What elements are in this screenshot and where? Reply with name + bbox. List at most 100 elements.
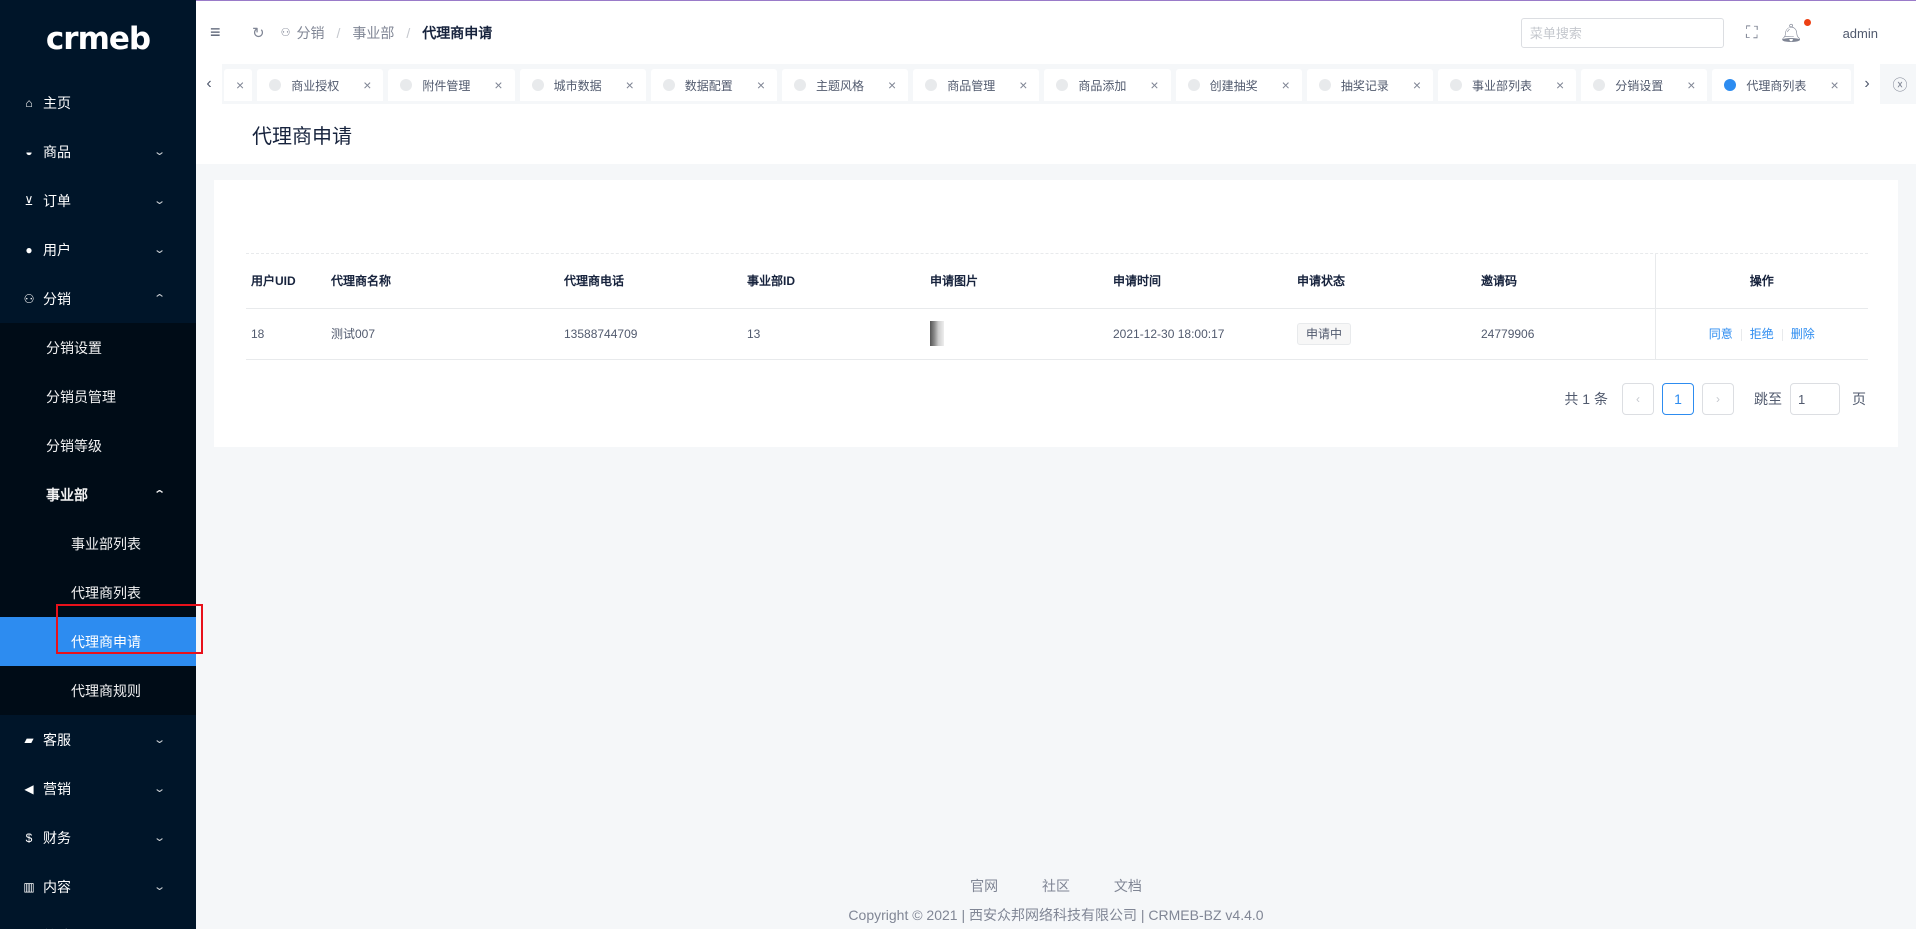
divider [1740, 328, 1742, 341]
tabs-bar: ‹ × 商业授权 × 附件管理 × 城市数据 × 数据配置 × 主题风格 × 商品管理 × … [196, 64, 1916, 104]
pagination-total: 共 1 条 [1564, 391, 1608, 407]
footer-link-official[interactable]: 官网 [970, 878, 998, 894]
close-icon[interactable]: × [236, 77, 244, 93]
next-page-button[interactable]: › [1702, 383, 1734, 415]
sidebar-item-division[interactable]: 事业部 ⌃ [0, 470, 196, 519]
tab-dot [1187, 79, 1200, 91]
jump-page-input[interactable] [1790, 383, 1840, 415]
close-icon[interactable]: × [363, 77, 371, 93]
menu-label: 商品 [43, 143, 71, 160]
menu-item-order[interactable]: ⊻ 订单 ⌄ [0, 176, 196, 225]
copyright: Copyright © 2021 | 西安众邦网络科技有限公司 | CRMEB-… [848, 907, 1264, 923]
sidebar-item-agent-rules[interactable]: 代理商规则 [0, 666, 196, 715]
close-icon[interactable]: × [1282, 77, 1290, 93]
tab-label: 商品添加 [1078, 78, 1127, 93]
menu-label: 用户 [43, 241, 71, 258]
menu-item-distribution[interactable]: ⚇ 分销 ⌃ [0, 274, 196, 323]
tab-item[interactable]: 分销设置 × [1581, 69, 1708, 101]
menu-toggle-icon[interactable]: ≡ [210, 22, 230, 43]
reject-link[interactable]: 拒绝 [1750, 327, 1774, 341]
tab-item[interactable]: 商业授权 × [257, 69, 384, 101]
tab-item[interactable]: 抽奖记录 × [1306, 69, 1434, 101]
tab-item-active[interactable]: 代理商列表 × [1712, 69, 1851, 101]
tab-scroll-left-icon[interactable]: ‹ [196, 64, 222, 104]
menu-item-product[interactable]: ◒ 商品 ⌄ [0, 127, 196, 176]
approve-link[interactable]: 同意 [1709, 327, 1733, 341]
close-icon[interactable]: × [1019, 77, 1027, 93]
logo[interactable]: crmeb [0, 0, 196, 78]
tab-item[interactable]: 城市数据 × [519, 69, 646, 101]
tab-label: 附件管理 [422, 78, 471, 93]
tab-item[interactable]: 商品添加 × [1044, 69, 1171, 101]
sidebar-item-distribution-level[interactable]: 分销等级 [0, 421, 196, 470]
footer-link-community[interactable]: 社区 [1042, 878, 1070, 894]
fullscreen-icon[interactable]: ⛶ [1746, 23, 1758, 43]
tab-scroll-right-icon[interactable]: › [1854, 64, 1880, 104]
menu-label: 主页 [43, 94, 71, 111]
menu-item-service[interactable]: ▰ 客服 ⌄ [0, 715, 196, 764]
sidebar-item-distribution-settings[interactable]: 分销设置 [0, 323, 196, 372]
menu-item-statistics[interactable]: ▮ 统计 ⌄ [0, 911, 196, 929]
chevron-up-icon: ⌃ [152, 489, 166, 501]
footer-link-docs[interactable]: 文档 [1114, 878, 1142, 894]
menu-label: 统计 [43, 926, 71, 929]
close-icon[interactable]: × [1830, 77, 1838, 93]
menu-item-home[interactable]: ⌂ 主页 [0, 78, 196, 127]
tab-hidden[interactable]: × [224, 69, 253, 101]
chevron-down-icon: ⌄ [152, 881, 166, 893]
content-card: 用户UID 代理商名称 代理商电话 事业部ID 申请图片 申请时间 申请状态 邀… [214, 180, 1898, 447]
status-badge: 申请中 [1297, 322, 1352, 345]
tab-item[interactable]: 数据配置 × [650, 69, 777, 101]
book-icon: ▥ [23, 879, 35, 894]
tab-item[interactable]: 附件管理 × [388, 69, 515, 101]
refresh-icon[interactable]: ↻ [252, 24, 265, 42]
cell-status: 申请中 [1292, 308, 1476, 360]
close-icon[interactable]: × [1556, 77, 1564, 93]
tab-dot [1450, 79, 1463, 91]
tab-dot [662, 79, 675, 91]
menu-item-finance[interactable]: $ 财务 ⌄ [0, 813, 196, 862]
menu-item-marketing[interactable]: ◀ 营销 ⌄ [0, 764, 196, 813]
tab-item[interactable]: 创建抽奖 × [1175, 69, 1302, 101]
dollar-icon: $ [25, 830, 33, 845]
menu-search-input[interactable] [1520, 18, 1724, 48]
chevron-down-icon: ⌄ [152, 244, 166, 256]
tab-item[interactable]: 商品管理 × [913, 69, 1040, 101]
column-header: 代理商名称 [326, 254, 559, 309]
tabs-track: × 商业授权 × 附件管理 × 城市数据 × 数据配置 × 主题风格 × 商品管理 × 商品… [224, 69, 1856, 101]
page-title: 代理商申请 [252, 126, 352, 148]
sidebar-item-division-list[interactable]: 事业部列表 [0, 519, 196, 568]
apply-image-thumbnail[interactable] [930, 321, 944, 346]
page-number-button[interactable]: 1 [1662, 383, 1694, 415]
sidebar-item-agent-apply[interactable]: 代理商申请 [0, 617, 196, 666]
close-all-tabs-icon[interactable]: ⓧ [1884, 64, 1916, 104]
tab-item[interactable]: 事业部列表 × [1438, 69, 1577, 101]
send-icon: ◀ [24, 781, 34, 796]
close-icon[interactable]: × [888, 77, 896, 93]
close-icon[interactable]: × [757, 77, 765, 93]
close-icon[interactable]: × [1687, 77, 1695, 93]
close-icon[interactable]: × [1150, 77, 1158, 93]
sidebar-item-agent-list[interactable]: 代理商列表 [0, 568, 196, 617]
tab-label: 抽奖记录 [1340, 78, 1389, 93]
share-icon: ⚇ [280, 27, 291, 39]
header: ≡ ↻ ⚇ 分销 / 事业部 / 代理商申请 ⛶ 🔔︎ admin [196, 0, 1916, 64]
prev-page-button[interactable]: ‹ [1622, 383, 1654, 415]
menu-item-user[interactable]: ● 用户 ⌄ [0, 225, 196, 274]
user-icon: ● [25, 242, 33, 257]
tab-dot [269, 79, 282, 91]
breadcrumb: ⚇ 分销 / 事业部 / 代理商申请 [281, 23, 493, 43]
close-icon[interactable]: × [494, 77, 502, 93]
menu-label: 内容 [43, 878, 71, 895]
tab-item[interactable]: 主题风格 × [782, 69, 909, 101]
user-menu[interactable]: admin [1843, 26, 1878, 41]
close-icon[interactable]: × [626, 77, 634, 93]
close-icon[interactable]: × [1413, 77, 1421, 93]
notification-dot [1803, 18, 1811, 26]
share-icon: ⚇ [23, 291, 35, 306]
bell-icon[interactable]: 🔔︎ [1780, 18, 1811, 44]
page-header: 代理商申请 [196, 104, 1916, 164]
sidebar-item-distributor-manage[interactable]: 分销员管理 [0, 372, 196, 421]
menu-item-content[interactable]: ▥ 内容 ⌄ [0, 862, 196, 911]
delete-link[interactable]: 删除 [1791, 327, 1815, 341]
